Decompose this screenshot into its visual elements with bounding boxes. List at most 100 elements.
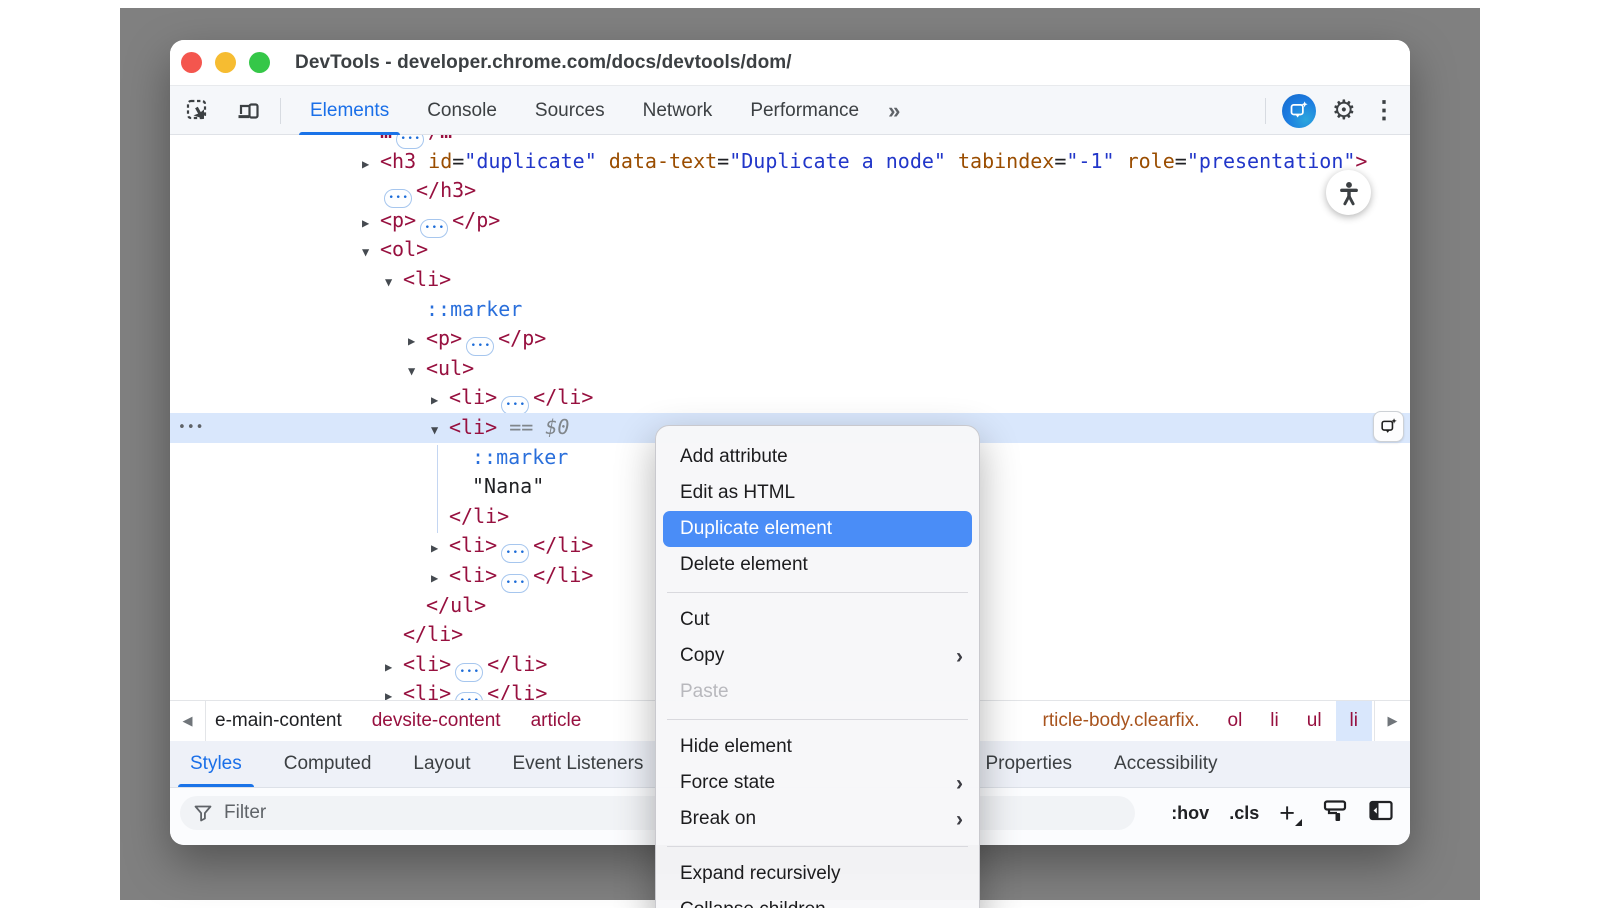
dom-token-tag: </p> <box>452 208 500 232</box>
expand-closed-triangle-icon[interactable]: ▶ <box>385 653 403 683</box>
device-toolbar-icon[interactable] <box>232 95 264 127</box>
rendering-brush-icon[interactable] <box>1322 798 1348 829</box>
dom-token-tag: </li> <box>533 385 593 409</box>
dom-tree-row[interactable]: •••</h3> <box>170 176 1410 206</box>
menu-item-break-on[interactable]: Break on › <box>656 801 979 837</box>
more-panels-chevron-icon[interactable]: » <box>878 86 910 135</box>
dom-token-tag: <li> <box>403 681 451 700</box>
expand-closed-triangle-icon[interactable]: ▶ <box>362 209 380 239</box>
menu-item-hide-element[interactable]: Hide element <box>656 729 979 765</box>
expand-closed-triangle-icon[interactable]: ▶ <box>431 534 449 564</box>
expand-open-triangle-icon[interactable]: ▼ <box>431 416 449 446</box>
toggle-element-state-button[interactable]: :hov <box>1171 803 1209 824</box>
tab-performance[interactable]: Performance <box>731 86 878 135</box>
dom-tree-row[interactable]: …•••/… <box>170 135 1410 147</box>
submenu-chevron-icon: › <box>956 646 963 667</box>
dom-tree-row[interactable]: ▶<p>•••</p> <box>170 324 1410 354</box>
menu-item-force-state[interactable]: Force state› <box>656 765 979 801</box>
close-window-button[interactable] <box>181 52 202 73</box>
dom-token-tag: … <box>380 135 392 143</box>
menu-item-edit-as-html[interactable]: Edit as HTML <box>656 475 979 511</box>
dom-token-attr: tabindex <box>946 149 1054 173</box>
toolbar-divider <box>1265 98 1266 124</box>
sidebar-tab-styles[interactable]: Styles <box>180 741 252 787</box>
menu-item-add-attribute[interactable]: Add attribute <box>656 439 979 475</box>
element-classes-button[interactable]: .cls <box>1229 803 1259 824</box>
inspect-element-icon[interactable] <box>182 95 214 127</box>
toolbar-divider <box>280 98 281 124</box>
expand-open-triangle-icon[interactable]: ▼ <box>385 268 403 298</box>
sidebar-tab-event-listeners[interactable]: Event Listeners <box>502 741 653 787</box>
menu-item-label: Delete element <box>680 554 808 576</box>
menu-item-label: Cut <box>680 609 710 631</box>
sidebar-tab-computed[interactable]: Computed <box>274 741 382 787</box>
sidebar-tab-accessibility[interactable]: Accessibility <box>1104 741 1227 787</box>
more-options-kebab-icon[interactable]: ⋮ <box>1372 99 1396 123</box>
dock-side-icon[interactable] <box>1368 798 1394 829</box>
expand-closed-triangle-icon[interactable]: ▶ <box>431 386 449 416</box>
dom-tree-row[interactable]: ▶<li>•••</li> <box>170 383 1410 413</box>
breadcrumb-item[interactable]: li <box>1256 701 1292 741</box>
menu-item-duplicate-element[interactable]: Duplicate element <box>663 511 972 547</box>
breadcrumb-item[interactable]: rticle-body.clearfix. <box>1029 701 1214 741</box>
ask-ai-element-button[interactable] <box>1373 411 1404 442</box>
zoom-window-button[interactable] <box>249 52 270 73</box>
dom-token-tag: </h3> <box>416 178 476 202</box>
sidebar-tab-layout[interactable]: Layout <box>403 741 480 787</box>
minimize-window-button[interactable] <box>215 52 236 73</box>
tab-network[interactable]: Network <box>624 86 732 135</box>
dom-tree-row[interactable]: ::marker <box>170 295 1410 325</box>
accessibility-overlay-button[interactable] <box>1326 170 1371 215</box>
breadcrumb-item[interactable]: ul <box>1293 701 1336 741</box>
menu-item-paste[interactable]: Paste <box>656 674 979 710</box>
screenshot-stage: DevTools - developer.chrome.com/docs/dev… <box>0 0 1600 908</box>
dom-tree-row[interactable]: ▼<ul> <box>170 354 1410 384</box>
tab-elements[interactable]: Elements <box>291 86 408 135</box>
devtools-toolbar: ElementsConsoleSourcesNetworkPerformance… <box>170 86 1410 135</box>
expand-open-triangle-icon[interactable]: ▼ <box>362 238 380 268</box>
menu-item-label: Hide element <box>680 736 792 758</box>
expand-closed-triangle-icon[interactable]: ▶ <box>431 564 449 594</box>
menu-item-label: Duplicate element <box>680 518 832 540</box>
menu-item-collapse-children[interactable]: Collapse children <box>656 892 979 908</box>
breadcrumb-scroll-left-button[interactable]: ◀ <box>170 701 206 741</box>
sidebar-tab-properties[interactable]: Properties <box>975 741 1082 787</box>
dom-token-tag: <ul> <box>426 356 474 380</box>
menu-item-copy[interactable]: Copy› <box>656 638 979 674</box>
menu-item-cut[interactable]: Cut <box>656 602 979 638</box>
submenu-chevron-icon: › <box>956 809 963 830</box>
new-style-rule-button[interactable]: + <box>1279 800 1302 827</box>
breadcrumb-scroll-right-button[interactable]: ▶ <box>1374 701 1410 741</box>
dom-token-tag: > <box>1355 149 1367 173</box>
settings-gear-icon[interactable]: ⚙ <box>1332 97 1356 124</box>
window-title: DevTools - developer.chrome.com/docs/dev… <box>295 52 792 74</box>
expand-closed-triangle-icon[interactable]: ▶ <box>362 150 380 180</box>
tab-console[interactable]: Console <box>408 86 516 135</box>
menu-item-label: Break on <box>680 808 756 830</box>
dom-token-tag: <p> <box>426 326 462 350</box>
breadcrumb-item[interactable]: article <box>531 710 582 732</box>
breadcrumb-item[interactable]: ol <box>1214 701 1257 741</box>
menu-item-expand-recursively[interactable]: Expand recursively <box>656 856 979 892</box>
menu-item-delete-element[interactable]: Delete element <box>656 547 979 583</box>
dom-tree-row[interactable]: ▶<p>•••</p> <box>170 206 1410 236</box>
dom-token-tag: <li> <box>449 563 497 587</box>
breadcrumb-item[interactable]: devsite-content <box>372 710 501 732</box>
ai-assistant-icon[interactable] <box>1282 94 1316 128</box>
tab-sources[interactable]: Sources <box>516 86 624 135</box>
dom-token-punct: = <box>452 149 464 173</box>
dom-token-val: "duplicate" <box>464 149 596 173</box>
dom-tree-row[interactable]: ▶<h3 id="duplicate" data-text="Duplicate… <box>170 147 1410 177</box>
dom-token-tag: <li> <box>403 267 451 291</box>
expand-closed-triangle-icon[interactable]: ▶ <box>408 327 426 357</box>
expand-closed-triangle-icon[interactable]: ▶ <box>385 682 403 700</box>
dom-token-eq: == <box>497 415 545 439</box>
collapsed-content-ellipsis-button[interactable]: ••• <box>455 692 483 700</box>
breadcrumb-item-selected[interactable]: li <box>1336 701 1372 741</box>
dom-tree-row[interactable]: ▼<li> <box>170 265 1410 295</box>
dom-tree-row[interactable]: ▼<ol> <box>170 235 1410 265</box>
breadcrumb-item[interactable]: e-main-content <box>215 710 342 732</box>
row-overflow-dots-icon[interactable]: ••• <box>178 413 204 443</box>
dom-token-tag: </p> <box>498 326 546 350</box>
expand-open-triangle-icon[interactable]: ▼ <box>408 357 426 387</box>
